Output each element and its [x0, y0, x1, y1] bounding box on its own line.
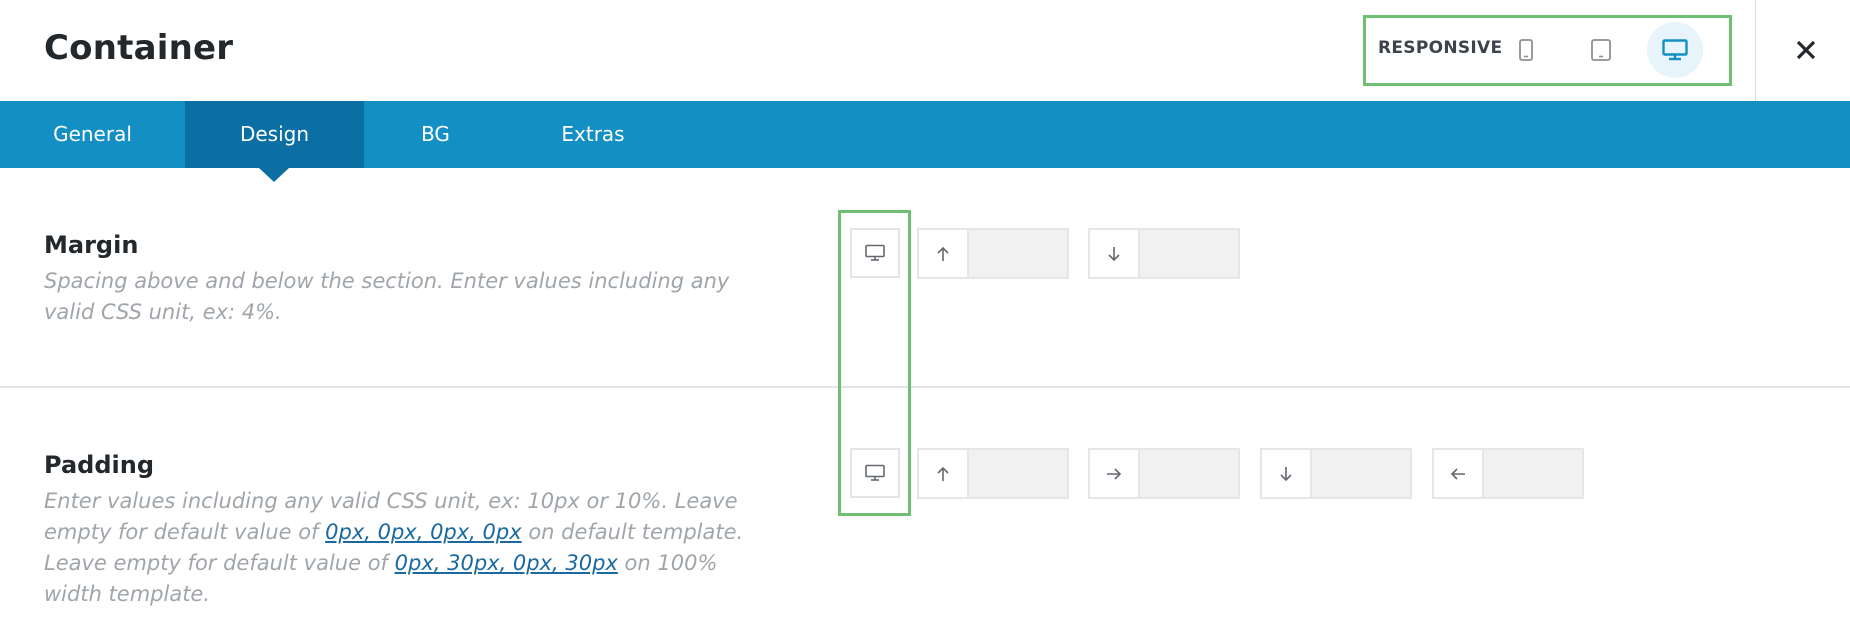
margin-description: Spacing above and below the section. Ent…	[44, 269, 730, 324]
padding-title: Padding	[44, 451, 154, 479]
mobile-icon	[1519, 39, 1533, 61]
arrow-up-icon	[919, 450, 969, 497]
active-tab-indicator	[259, 168, 289, 182]
margin-bottom-input[interactable]	[1140, 230, 1238, 277]
panel-header: Container RESPONSIVE	[0, 0, 1850, 101]
close-icon	[1796, 40, 1816, 60]
responsive-label: RESPONSIVE	[1378, 38, 1503, 58]
padding-bottom-input[interactable]	[1312, 450, 1410, 497]
padding-description: Enter values including any valid CSS uni…	[44, 486, 764, 610]
desktop-icon	[865, 464, 885, 481]
device-mobile-button[interactable]	[1498, 22, 1554, 78]
tab-general[interactable]: General	[0, 101, 185, 168]
padding-right-field	[1088, 448, 1240, 499]
padding-right-input[interactable]	[1140, 450, 1238, 497]
section-divider	[0, 386, 1850, 388]
arrow-down-icon	[1262, 450, 1312, 497]
padding-left-field	[1432, 448, 1584, 499]
padding-left-input[interactable]	[1484, 450, 1582, 497]
tab-extras[interactable]: Extras	[507, 101, 679, 168]
tab-design[interactable]: Design	[185, 101, 364, 168]
padding-top-field	[917, 448, 1069, 499]
padding-responsive-toggle[interactable]	[850, 448, 900, 498]
arrow-up-icon	[919, 230, 969, 277]
tab-bg[interactable]: BG	[364, 101, 507, 168]
device-tablet-button[interactable]	[1573, 22, 1629, 78]
tablet-icon	[1591, 39, 1611, 61]
margin-bottom-field	[1088, 228, 1240, 279]
arrow-left-icon	[1434, 450, 1484, 497]
desktop-icon	[1662, 39, 1688, 61]
margin-title: Margin	[44, 231, 139, 259]
margin-top-field	[917, 228, 1069, 279]
margin-top-input[interactable]	[969, 230, 1067, 277]
padding-bottom-field	[1260, 448, 1412, 499]
close-button[interactable]	[1784, 28, 1828, 72]
margin-responsive-toggle[interactable]	[850, 228, 900, 278]
device-desktop-button[interactable]	[1647, 22, 1703, 78]
arrow-down-icon	[1090, 230, 1140, 277]
arrow-right-icon	[1090, 450, 1140, 497]
desktop-icon	[865, 244, 885, 261]
header-divider	[1755, 0, 1756, 101]
tab-bar: General Design BG Extras	[0, 101, 1850, 168]
padding-fullwidth-link[interactable]: 0px, 30px, 0px, 30px	[395, 551, 618, 575]
responsive-device-selector: RESPONSIVE	[1363, 15, 1732, 86]
padding-top-input[interactable]	[969, 450, 1067, 497]
page-title: Container	[44, 28, 234, 68]
padding-default-link[interactable]: 0px, 0px, 0px, 0px	[325, 520, 522, 544]
